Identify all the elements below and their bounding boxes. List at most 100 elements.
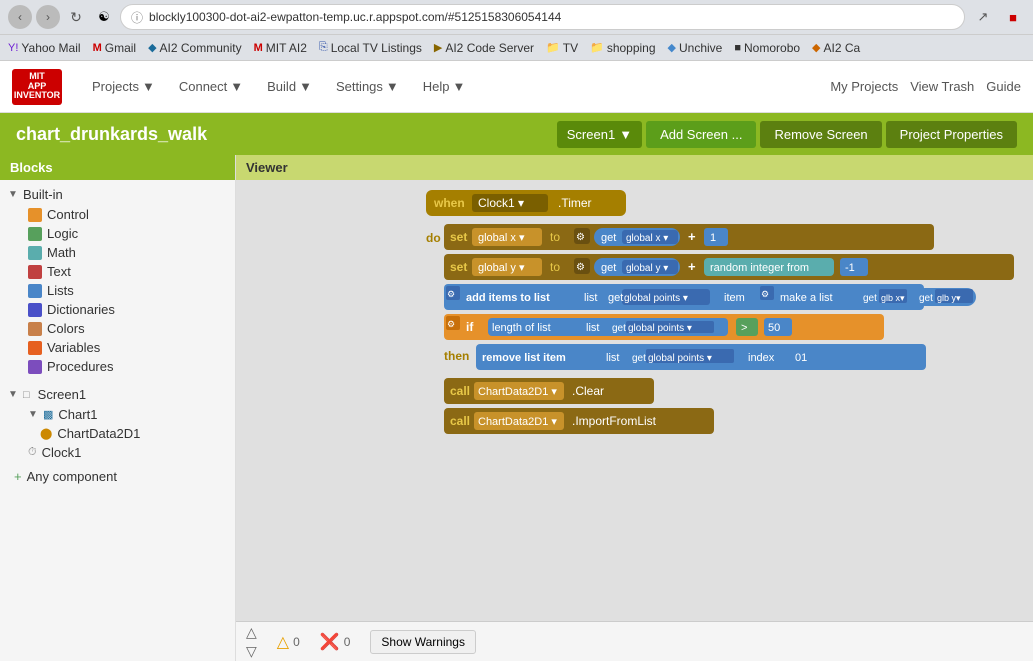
svg-text:random integer from: random integer from: [710, 262, 809, 274]
svg-text:global points ▾: global points ▾: [648, 353, 712, 364]
bookmark-tv[interactable]: 📁 TV: [546, 41, 578, 55]
screen-selector[interactable]: Screen1 ▼: [557, 121, 642, 148]
svg-text:get: get: [863, 293, 877, 304]
svg-text:global x ▾: global x ▾: [478, 232, 525, 244]
bookmark-ai2community[interactable]: ◆ AI2 Community: [148, 41, 242, 55]
svg-text:.ImportFromList: .ImportFromList: [572, 414, 657, 428]
bookmark-shopping[interactable]: 📁 shopping: [590, 41, 655, 55]
svg-text:50: 50: [768, 322, 780, 334]
ai2community-icon: ◆: [148, 41, 156, 54]
bookmark-label: Yahoo Mail: [21, 41, 80, 55]
toolbar: chart_drunkards_walk Screen1 ▼ Add Scree…: [0, 113, 1033, 155]
viewer-content[interactable]: when Clock1 ▾ .Timer do set global x ▾ t…: [236, 180, 1033, 661]
builtin-header[interactable]: ▼ Built-in: [0, 184, 235, 205]
svg-text:call: call: [450, 384, 470, 398]
code-icon: ▶: [434, 41, 442, 54]
project-properties-button[interactable]: Project Properties: [886, 121, 1017, 148]
block-procedures[interactable]: Procedures: [12, 357, 235, 376]
bookmark-local-tv[interactable]: ⎘ Local TV Listings: [319, 41, 422, 55]
bookmark-mit-ai2[interactable]: M MIT AI2: [254, 41, 307, 55]
logic-color: [28, 227, 42, 241]
bookmark-icon[interactable]: ☯: [94, 9, 114, 25]
svg-text:if: if: [466, 320, 474, 334]
block-control[interactable]: Control: [12, 205, 235, 224]
builtin-children: Control Logic Math Text Lists: [0, 205, 235, 376]
viewer-panel: Viewer when Clock1 ▾ .Timer do set: [236, 155, 1033, 661]
blocks-canvas[interactable]: when Clock1 ▾ .Timer do set global x ▾ t…: [236, 180, 1033, 621]
block-dictionaries[interactable]: Dictionaries: [12, 300, 235, 319]
unchive-icon: ◆: [668, 41, 676, 54]
control-color: [28, 208, 42, 222]
block-logic[interactable]: Logic: [12, 224, 235, 243]
bookmark-label: AI2 Ca: [824, 41, 861, 55]
guide-btn[interactable]: Guide: [986, 79, 1021, 94]
blocks-panel-header: Blocks: [0, 155, 235, 180]
bookmarks-bar: Y! Yahoo Mail M Gmail ◆ AI2 Community M …: [0, 35, 1033, 61]
address-bar[interactable]: ⓘ blockly100300-dot-ai2-ewpatton-temp.uc…: [120, 4, 965, 30]
error-circle-icon: ❌: [320, 632, 340, 652]
block-lists[interactable]: Lists: [12, 281, 235, 300]
bookmark-yahoo-mail[interactable]: Y! Yahoo Mail: [8, 41, 81, 55]
bookmark-label: AI2 Community: [160, 41, 242, 55]
toggle-icon: ▼: [8, 389, 18, 400]
svg-text:Clock1 ▾: Clock1 ▾: [478, 196, 524, 210]
svg-text:make a list: make a list: [780, 292, 833, 304]
nav-projects[interactable]: Projects ▼: [82, 74, 165, 99]
add-screen-button[interactable]: Add Screen ...: [646, 121, 756, 148]
reload-button[interactable]: ↻: [64, 5, 88, 29]
svg-text:01: 01: [795, 352, 807, 364]
viewer-header: Viewer: [236, 155, 1033, 180]
svg-text:+: +: [688, 259, 696, 274]
bookmark-ai2code[interactable]: ▶ AI2 Code Server: [434, 41, 534, 55]
svg-text:then: then: [444, 349, 469, 363]
nav-help[interactable]: Help ▼: [413, 74, 476, 99]
svg-text:global points ▾: global points ▾: [628, 323, 692, 334]
svg-text:list: list: [586, 322, 599, 334]
dictionaries-color: [28, 303, 42, 317]
back-button[interactable]: ‹: [8, 5, 32, 29]
block-variables[interactable]: Variables: [12, 338, 235, 357]
svg-text:to: to: [550, 230, 560, 244]
share-icon[interactable]: ↗: [971, 5, 995, 29]
warning-up-arrows: △ ▽: [246, 624, 257, 660]
text-label: Text: [47, 264, 71, 279]
nav-settings[interactable]: Settings ▼: [326, 74, 409, 99]
bookmark-label: AI2 Code Server: [445, 41, 534, 55]
chevron-down-icon: ▼: [453, 79, 466, 94]
bookmark-label: shopping: [607, 41, 656, 55]
show-warnings-button[interactable]: Show Warnings: [370, 630, 476, 654]
error-section: ❌ 0: [320, 632, 351, 652]
svg-text:⚙: ⚙: [447, 289, 455, 299]
bookmark-label: MIT AI2: [266, 41, 307, 55]
math-label: Math: [47, 245, 76, 260]
clock1-label: Clock1: [42, 445, 82, 460]
block-math[interactable]: Math: [12, 243, 235, 262]
ai2ca-icon: ◆: [812, 41, 820, 54]
bookmark-gmail[interactable]: M Gmail: [93, 41, 137, 55]
bookmark-nomorobo[interactable]: ■ Nomorobo: [734, 41, 800, 55]
svg-text:-1: -1: [845, 262, 855, 274]
svg-text:ChartData2D1 ▾: ChartData2D1 ▾: [478, 416, 557, 428]
view-trash-btn[interactable]: View Trash: [910, 79, 974, 94]
screen1-children: ▼ ▩ Chart1 ⬤ ChartData2D1 ⏱ Clock1: [0, 405, 235, 462]
svg-text:set: set: [450, 260, 467, 274]
chevron-down-icon: ▼: [230, 79, 243, 94]
clock1-item[interactable]: ⏱ Clock1: [12, 443, 235, 462]
extensions-icon[interactable]: ■: [1001, 5, 1025, 29]
my-projects-btn[interactable]: My Projects: [830, 79, 898, 94]
chartdata2d1-item[interactable]: ⬤ ChartData2D1: [12, 424, 235, 443]
nav-build[interactable]: Build ▼: [257, 74, 322, 99]
forward-button[interactable]: ›: [36, 5, 60, 29]
block-colors[interactable]: Colors: [12, 319, 235, 338]
svg-text:get: get: [608, 292, 623, 304]
remove-screen-button[interactable]: Remove Screen: [760, 121, 881, 148]
svg-text:to: to: [550, 260, 560, 274]
bookmark-unchive[interactable]: ◆ Unchive: [668, 41, 723, 55]
chart1-item[interactable]: ▼ ▩ Chart1: [12, 405, 235, 424]
screen1-header[interactable]: ▼ □ Screen1: [0, 384, 235, 405]
block-text[interactable]: Text: [12, 262, 235, 281]
secure-icon: ⓘ: [131, 9, 143, 26]
bookmark-ai2ca[interactable]: ◆ AI2 Ca: [812, 41, 860, 55]
any-component-item[interactable]: + Any component: [0, 466, 235, 487]
nav-connect[interactable]: Connect ▼: [169, 74, 253, 99]
